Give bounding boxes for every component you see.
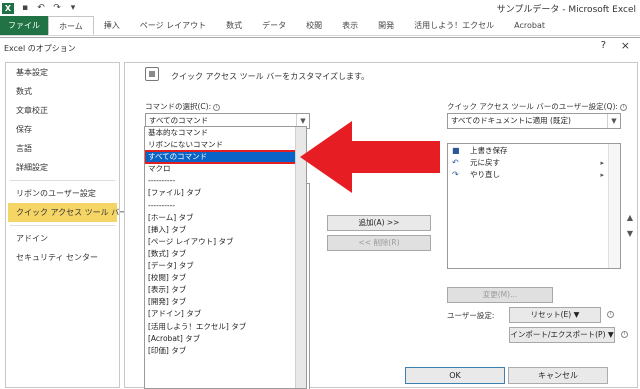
- title-bar: X ▪ ↶ ↷ ▾ サンプルデータ - Microsoft Excel: [0, 0, 640, 16]
- dropdown-option[interactable]: [Acrobat] タブ: [145, 333, 306, 345]
- dropdown-option[interactable]: [表示] タブ: [145, 284, 306, 296]
- user-settings-select[interactable]: すべてのドキュメントに適用 (既定) ▼: [447, 113, 621, 129]
- dialog-title: Excel のオプション: [4, 44, 76, 53]
- list-item-label: やり直し: [470, 170, 500, 179]
- reset-button[interactable]: リセット(E) ▼: [509, 307, 601, 323]
- dropdown-option[interactable]: [活用しよう！エクセル] タブ: [145, 321, 306, 333]
- chevron-down-icon[interactable]: ▼: [607, 114, 620, 128]
- tab-view[interactable]: 表示: [332, 16, 368, 35]
- nav-divider: [10, 180, 115, 181]
- save-icon[interactable]: ▪: [20, 3, 30, 13]
- info-icon: i: [213, 103, 221, 111]
- user-settings-select-value: すべてのドキュメントに適用 (既定): [451, 116, 571, 125]
- customize-qat-icon[interactable]: ▾: [68, 3, 78, 13]
- close-icon[interactable]: ×: [621, 39, 630, 52]
- remove-button[interactable]: << 削除(R): [327, 235, 431, 251]
- import-export-button[interactable]: インポート/エクスポート(P) ▼: [509, 327, 615, 343]
- window-title: サンプルデータ - Microsoft Excel: [496, 5, 636, 15]
- nav-item-customize-ribbon[interactable]: リボンのユーザー設定: [6, 184, 119, 203]
- nav-item-general[interactable]: 基本設定: [6, 63, 119, 82]
- save-icon: ■: [452, 146, 460, 155]
- nav-item-proofing[interactable]: 文章校正: [6, 101, 119, 120]
- nav-item-formulas[interactable]: 数式: [6, 82, 119, 101]
- dropdown-option[interactable]: 基本的なコマンド: [145, 127, 306, 139]
- nav-item-advanced[interactable]: 詳細設定: [6, 158, 119, 177]
- nav-item-quick-access-toolbar[interactable]: クイック アクセス ツール バー: [8, 203, 127, 222]
- undo-icon: ↶: [452, 158, 459, 167]
- dropdown-option[interactable]: [数式] タブ: [145, 248, 306, 260]
- dropdown-option[interactable]: マクロ: [145, 163, 306, 175]
- submenu-indicator: ▸: [600, 171, 604, 179]
- list-item[interactable]: ↷ やり直し ▸: [448, 169, 620, 181]
- add-button[interactable]: 追加(A) >>: [327, 215, 431, 231]
- user-settings-text: ユーザー設定:: [447, 311, 495, 320]
- info-icon: i: [621, 331, 628, 338]
- redo-icon[interactable]: ↷: [52, 3, 62, 13]
- undo-icon[interactable]: ↶: [36, 3, 46, 13]
- tab-file[interactable]: ファイル: [0, 16, 48, 35]
- qat-commands-list[interactable]: ■ 上書き保存 ↶ 元に戻す ▸ ↷ やり直し ▸: [447, 143, 621, 269]
- tab-page-layout[interactable]: ページ レイアウト: [130, 16, 216, 35]
- dropdown-option[interactable]: [アドイン] タブ: [145, 308, 306, 320]
- dropdown-option[interactable]: [挿入] タブ: [145, 224, 306, 236]
- dropdown-option-selected[interactable]: すべてのコマンド: [145, 150, 306, 165]
- commands-label-text: コマンドの選択(C):: [145, 102, 212, 111]
- dropdown-option[interactable]: [ファイル] タブ: [145, 187, 306, 199]
- dropdown-option[interactable]: [データ] タブ: [145, 260, 306, 272]
- help-icon[interactable]: ?: [601, 40, 606, 51]
- list-item-label: 元に戻す: [470, 158, 500, 167]
- excel-app-icon[interactable]: X: [2, 2, 14, 14]
- ribbon-tabs: ファイル ホーム 挿入 ページ レイアウト 数式 データ 校閲 表示 開発 活用…: [0, 16, 640, 36]
- nav-item-trust-center[interactable]: セキュリティ センター: [6, 248, 119, 267]
- dropdown-separator: ----------: [148, 200, 176, 210]
- nav-divider: [10, 225, 115, 226]
- move-down-icon[interactable]: ▼: [625, 229, 635, 238]
- panel-header: クイック アクセス ツール バーをカスタマイズします。: [171, 72, 370, 81]
- dropdown-option[interactable]: リボンにないコマンド: [145, 139, 306, 151]
- commands-select-value: すべてのコマンド: [149, 116, 209, 125]
- dropdown-option[interactable]: [ホーム] タブ: [145, 212, 306, 224]
- scrollbar[interactable]: [608, 144, 620, 268]
- commands-dropdown-list[interactable]: 基本的なコマンド リボンにないコマンド すべてのコマンド マクロ -------…: [144, 126, 307, 389]
- nav-item-language[interactable]: 言語: [6, 139, 119, 158]
- dropdown-option[interactable]: [印価] タブ: [145, 345, 306, 357]
- tab-formulas[interactable]: 数式: [216, 16, 252, 35]
- tab-data[interactable]: データ: [252, 16, 296, 35]
- tab-acrobat[interactable]: Acrobat: [504, 16, 555, 35]
- info-icon: i: [607, 311, 614, 318]
- dropdown-option[interactable]: [校閲] タブ: [145, 272, 306, 284]
- qat-customize-icon: [145, 67, 159, 81]
- list-item[interactable]: ■ 上書き保存: [448, 145, 620, 157]
- tab-developer[interactable]: 開発: [368, 16, 404, 35]
- dropdown-separator: ----------: [148, 176, 176, 186]
- list-item[interactable]: ↶ 元に戻す ▸: [448, 157, 620, 169]
- dropdown-option[interactable]: [開発] タブ: [145, 296, 306, 308]
- user-settings-label-text: クイック アクセス ツール バーのユーザー設定(Q):: [447, 102, 618, 111]
- dropdown-option[interactable]: [ページ レイアウト] タブ: [145, 236, 306, 248]
- move-up-icon[interactable]: ▲: [625, 213, 635, 222]
- list-item-label: 上書き保存: [470, 146, 508, 155]
- commands-label: コマンドの選択(C): i: [145, 101, 221, 112]
- tab-excel-tips[interactable]: 活用しよう！エクセル: [404, 16, 504, 35]
- annotation-arrow-icon: [300, 121, 440, 193]
- tab-home[interactable]: ホーム: [48, 16, 94, 35]
- excel-options-dialog: Excel のオプション ? × 基本設定 数式 文章校正 保存 言語 詳細設定…: [0, 37, 640, 389]
- nav-item-save[interactable]: 保存: [6, 120, 119, 139]
- user-settings-label: クイック アクセス ツール バーのユーザー設定(Q): i: [447, 101, 627, 112]
- ok-button[interactable]: OK: [405, 367, 505, 384]
- tab-review[interactable]: 校閲: [296, 16, 332, 35]
- modify-button[interactable]: 変更(M)...: [447, 287, 553, 303]
- nav-item-addins[interactable]: アドイン: [6, 229, 119, 248]
- submenu-indicator: ▸: [600, 159, 604, 167]
- cancel-button[interactable]: キャンセル: [508, 367, 608, 384]
- options-nav: 基本設定 数式 文章校正 保存 言語 詳細設定 リボンのユーザー設定 クイック …: [5, 62, 127, 388]
- info-icon: i: [619, 103, 627, 111]
- tab-insert[interactable]: 挿入: [94, 16, 130, 35]
- redo-icon: ↷: [452, 170, 459, 179]
